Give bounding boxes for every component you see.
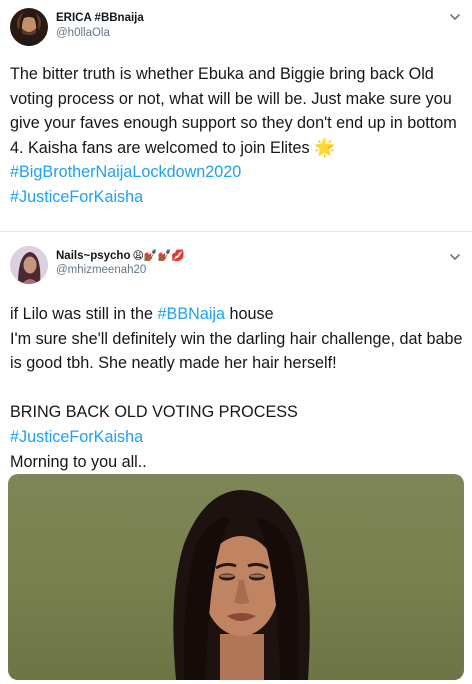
user-handle[interactable]: @h0llaOla (56, 27, 110, 39)
avatar[interactable] (10, 246, 48, 284)
name-emojis: 😩💅🏾💅🏾💋 (132, 250, 186, 262)
portrait-photo (173, 490, 310, 680)
hashtag-link[interactable]: #JusticeForKaisha (10, 428, 143, 446)
line-text: if Lilo was still in the (10, 305, 158, 323)
tweet-1[interactable]: ERICA #BBnaija @h0llaOla The bitter trut… (0, 0, 472, 232)
profile-photo-icon (10, 246, 48, 284)
tweet-2[interactable]: Nails~psycho 😩💅🏾💅🏾💋 @mhizmeenah20 if Lilo… (0, 232, 472, 684)
display-name[interactable]: Nails~psycho 😩💅🏾💅🏾💋 (56, 249, 185, 262)
hashtag-link[interactable]: #JusticeForKaisha (10, 188, 143, 206)
chevron-down-icon[interactable] (448, 10, 462, 24)
tweet-text: The bitter truth is whether Ebuka and Bi… (10, 62, 464, 210)
display-name[interactable]: ERICA #BBnaija (56, 12, 144, 24)
star-emoji: 🌟 (314, 137, 336, 157)
user-handle[interactable]: @mhizmeenah20 (56, 264, 146, 276)
profile-photo-icon (16, 10, 42, 46)
tweet-body: The bitter truth is whether Ebuka and Bi… (10, 65, 457, 157)
line-text: I'm sure she'll definitely win the darli… (10, 329, 463, 373)
hashtag-link[interactable]: #BBNaija (158, 305, 226, 323)
display-name-text: Nails~psycho (56, 250, 131, 262)
avatar[interactable] (10, 8, 48, 46)
tweet-text: if Lilo was still in the #BBNaija house … (10, 302, 464, 474)
line-text: BRING BACK OLD VOTING PROCESS (10, 403, 298, 422)
chevron-down-icon[interactable] (448, 250, 462, 264)
line-text: house (225, 305, 274, 323)
tweet-photo[interactable] (8, 474, 464, 680)
hashtag-link[interactable]: #BigBrotherNaijaLockdown2020 (10, 163, 241, 181)
line-text: Morning to you all.. (10, 452, 147, 471)
